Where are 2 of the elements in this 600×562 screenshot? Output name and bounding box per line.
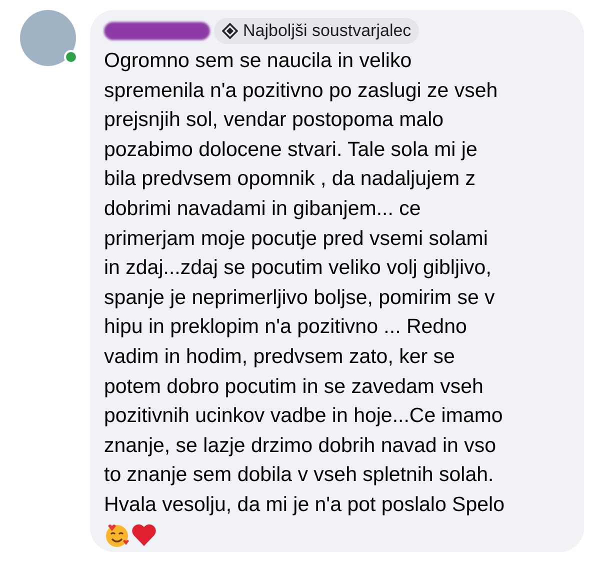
badge-label: Najboljši soustvarjalec bbox=[243, 20, 412, 42]
comment-text: Ogromno sem se naucila in veliko spremenila n'a pozitivno po zaslugi ze vseh prejsnjih sol, vendar postopoma malo pozabimo dolocene stvari. Tale sola mi je bila predvsem opomnik , da nadaljujem z dobrimi navadami in gibanjem... ce primerjam moje pocutje pred vsemi solami in zdaj...zdaj se pocutim veliko volj gibljivo, spanje je neprimerljivo boljse, pomirim se v hipu in preklopim n'a pozitivno ... Redno vadim in hodim, predvsem zato, ker se potem dobro pocutim in se zavedam vseh pozitivnih ucinkov vadbe in hoje...Ce imamo znanje, se lazje drzimo dobrih navad in vso to znanje sem dobila v vseh spletnih solah. Hvala vesolju, da mi je n'a pot poslalo Spelo bbox=[104, 48, 506, 518]
